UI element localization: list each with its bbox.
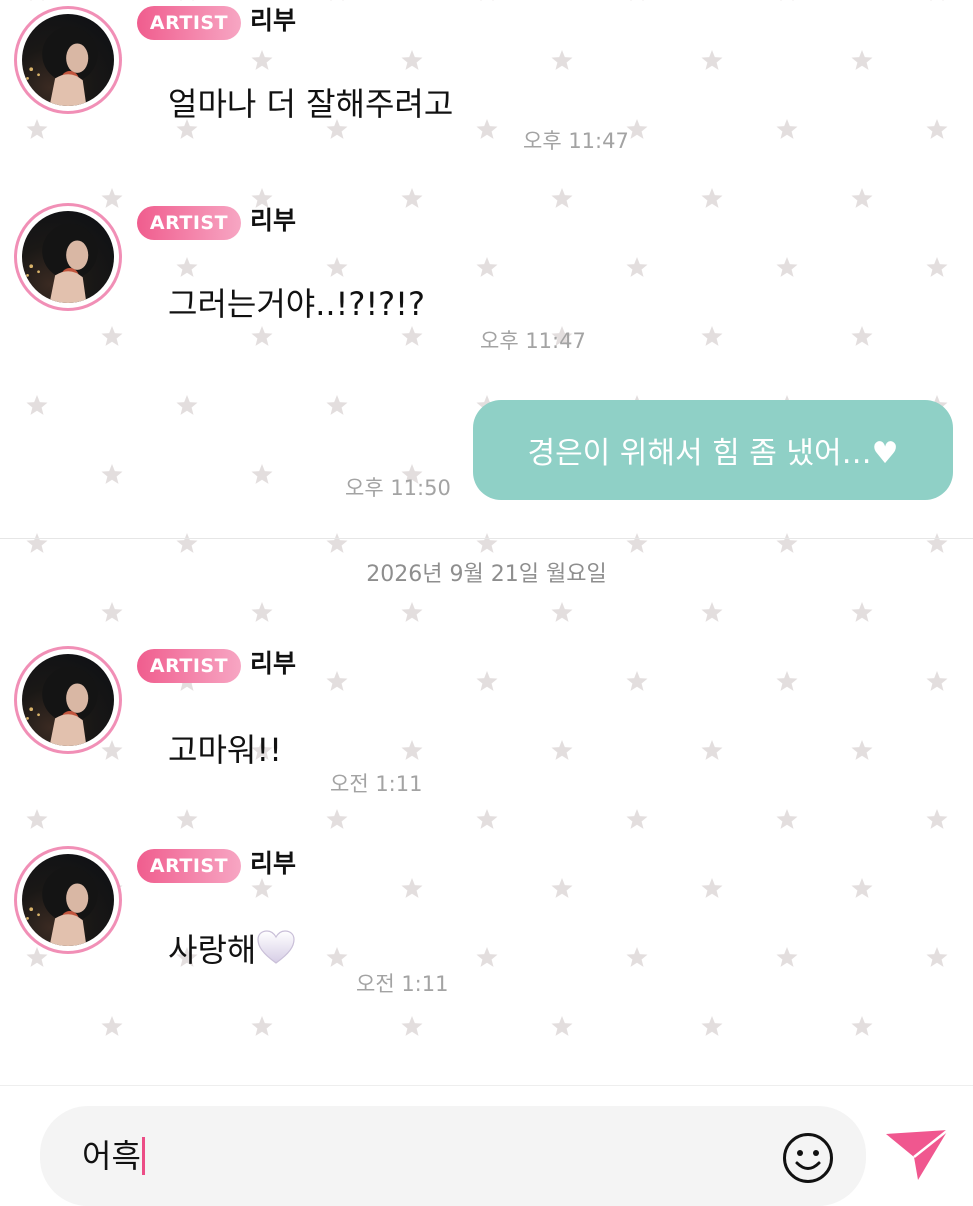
message-time: 오전 1:11 bbox=[356, 972, 449, 996]
input-value: 어흑 bbox=[82, 1134, 145, 1178]
text-caret bbox=[141, 1137, 145, 1175]
send-icon[interactable] bbox=[884, 1128, 950, 1182]
message-input[interactable]: 어흑 bbox=[40, 1106, 866, 1206]
divider bbox=[0, 538, 973, 539]
avatar[interactable] bbox=[14, 203, 122, 311]
message-text-content: 사랑해 bbox=[168, 931, 257, 969]
message-time: 오후 11:50 bbox=[345, 476, 451, 500]
sender-name: 리부 bbox=[250, 649, 297, 678]
avatar[interactable] bbox=[14, 6, 122, 114]
artist-badge: ARTIST bbox=[137, 849, 241, 883]
message-text: 얼마나 더 잘해주려고 bbox=[168, 85, 454, 123]
message-composer: 어흑 bbox=[0, 1085, 973, 1206]
smiley-icon[interactable] bbox=[782, 1132, 834, 1184]
message-time: 오전 1:11 bbox=[330, 772, 423, 796]
avatar[interactable] bbox=[14, 646, 122, 754]
avatar-photo bbox=[22, 854, 114, 946]
avatar-photo bbox=[22, 654, 114, 746]
message-text: 사랑해 bbox=[168, 928, 296, 972]
message-time: 오후 11:47 bbox=[480, 329, 586, 353]
input-value-text: 어흑 bbox=[82, 1137, 141, 1175]
white-heart-icon bbox=[257, 930, 295, 964]
sender-name: 리부 bbox=[250, 6, 297, 35]
avatar-photo bbox=[22, 14, 114, 106]
sender-name: 리부 bbox=[250, 849, 297, 878]
artist-badge: ARTIST bbox=[137, 206, 241, 240]
message-time: 오후 11:47 bbox=[523, 129, 629, 153]
outgoing-bubble: 경은이 위해서 힘 좀 냈어…♥ bbox=[473, 400, 953, 500]
message-text: 그러는거야..!?!?!? bbox=[168, 285, 425, 323]
artist-badge: ARTIST bbox=[137, 6, 241, 40]
sender-name: 리부 bbox=[250, 206, 297, 235]
avatar[interactable] bbox=[14, 846, 122, 954]
date-divider: 2026년 9월 21일 월요일 bbox=[366, 562, 607, 587]
artist-badge: ARTIST bbox=[137, 649, 241, 683]
avatar-photo bbox=[22, 211, 114, 303]
message-text: 고마워!! bbox=[168, 731, 282, 769]
chat-thread: ARTIST 리부 얼마나 더 잘해주려고 오후 11:47 ARTIST 리부… bbox=[0, 0, 973, 1085]
